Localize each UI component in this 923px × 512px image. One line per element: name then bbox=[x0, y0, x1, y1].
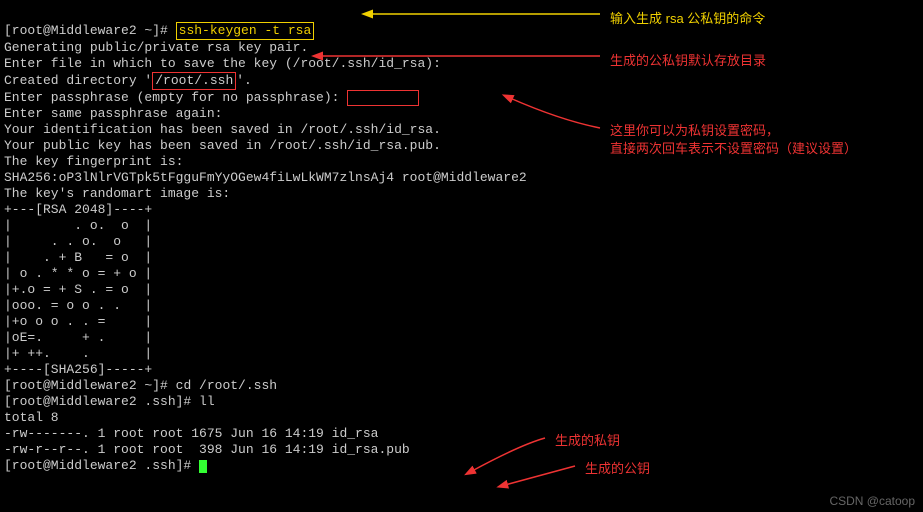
annotation-private-key: 生成的私钥 bbox=[555, 430, 620, 449]
randomart-line: | . + B = o | bbox=[4, 250, 152, 265]
randomart-line: |oE=. + . | bbox=[4, 330, 152, 345]
randomart-line: |+.o = + S . = o | bbox=[4, 282, 152, 297]
output-line: SHA256:oP3lNlrVGTpk5tFgguFmYyOGew4fiLwLk… bbox=[4, 170, 527, 185]
annotation-passphrase-2: 直接两次回车表示不设置密码（建议设置） bbox=[610, 138, 857, 157]
prompt-line[interactable]: [root@Middleware2 .ssh]# bbox=[4, 458, 207, 473]
prompt-line[interactable]: [root@Middleware2 ~]# ssh-keygen -t rsa bbox=[4, 23, 314, 38]
annotation-command: 输入生成 rsa 公私钥的命令 bbox=[610, 8, 765, 27]
output-line: Enter file in which to save the key (/ro… bbox=[4, 56, 441, 71]
output-line: The key fingerprint is: bbox=[4, 154, 183, 169]
cd-command: cd /root/.ssh bbox=[176, 378, 277, 393]
randomart-line: |ooo. = o o . . | bbox=[4, 298, 152, 313]
annotation-passphrase: 这里你可以为私钥设置密码， bbox=[610, 120, 779, 139]
randomart-line: |+o o o . . = | bbox=[4, 314, 152, 329]
randomart-line: |+ ++. . | bbox=[4, 346, 152, 361]
randomart-line: | . o. o | bbox=[4, 218, 152, 233]
output-line: Generating public/private rsa key pair. bbox=[4, 40, 308, 55]
randomart-line: | . . o. o | bbox=[4, 234, 152, 249]
ssh-dir-highlight: /root/.ssh bbox=[152, 72, 236, 90]
output-line: The key's randomart image is: bbox=[4, 186, 230, 201]
file-listing-private-key: -rw-------. 1 root root 1675 Jun 16 14:1… bbox=[4, 426, 378, 441]
ssh-keygen-command: ssh-keygen -t rsa bbox=[176, 22, 315, 40]
file-listing-public-key: -rw-r--r--. 1 root root 398 Jun 16 14:19… bbox=[4, 442, 410, 457]
annotation-directory: 生成的公私钥默认存放目录 bbox=[610, 50, 766, 69]
prompt: [root@Middleware2 .ssh]# bbox=[4, 458, 199, 473]
randomart-line: +---[RSA 2048]----+ bbox=[4, 202, 152, 217]
prompt: [root@Middleware2 ~]# bbox=[4, 378, 176, 393]
watermark: CSDN @catoop bbox=[829, 494, 915, 508]
prompt: [root@Middleware2 .ssh]# bbox=[4, 394, 199, 409]
output-line: Enter same passphrase again: bbox=[4, 106, 222, 121]
output-line: Your public key has been saved in /root/… bbox=[4, 138, 441, 153]
prompt-line[interactable]: [root@Middleware2 ~]# cd /root/.ssh bbox=[4, 378, 277, 393]
passphrase-highlight bbox=[347, 90, 419, 106]
cursor bbox=[199, 460, 207, 473]
ll-command: ll bbox=[199, 394, 215, 409]
output-line: Created directory '/root/.ssh'. bbox=[4, 73, 252, 88]
output-line: Your identification has been saved in /r… bbox=[4, 122, 441, 137]
output-line: Enter passphrase (empty for no passphras… bbox=[4, 90, 419, 105]
randomart-line: | o . * * o = + o | bbox=[4, 266, 152, 281]
output-line: total 8 bbox=[4, 410, 59, 425]
randomart-line: +----[SHA256]-----+ bbox=[4, 362, 152, 377]
prompt: [root@Middleware2 ~]# bbox=[4, 23, 176, 38]
prompt-line[interactable]: [root@Middleware2 .ssh]# ll bbox=[4, 394, 215, 409]
terminal-output: [root@Middleware2 ~]# ssh-keygen -t rsa … bbox=[0, 0, 923, 480]
annotation-public-key: 生成的公钥 bbox=[585, 458, 650, 477]
